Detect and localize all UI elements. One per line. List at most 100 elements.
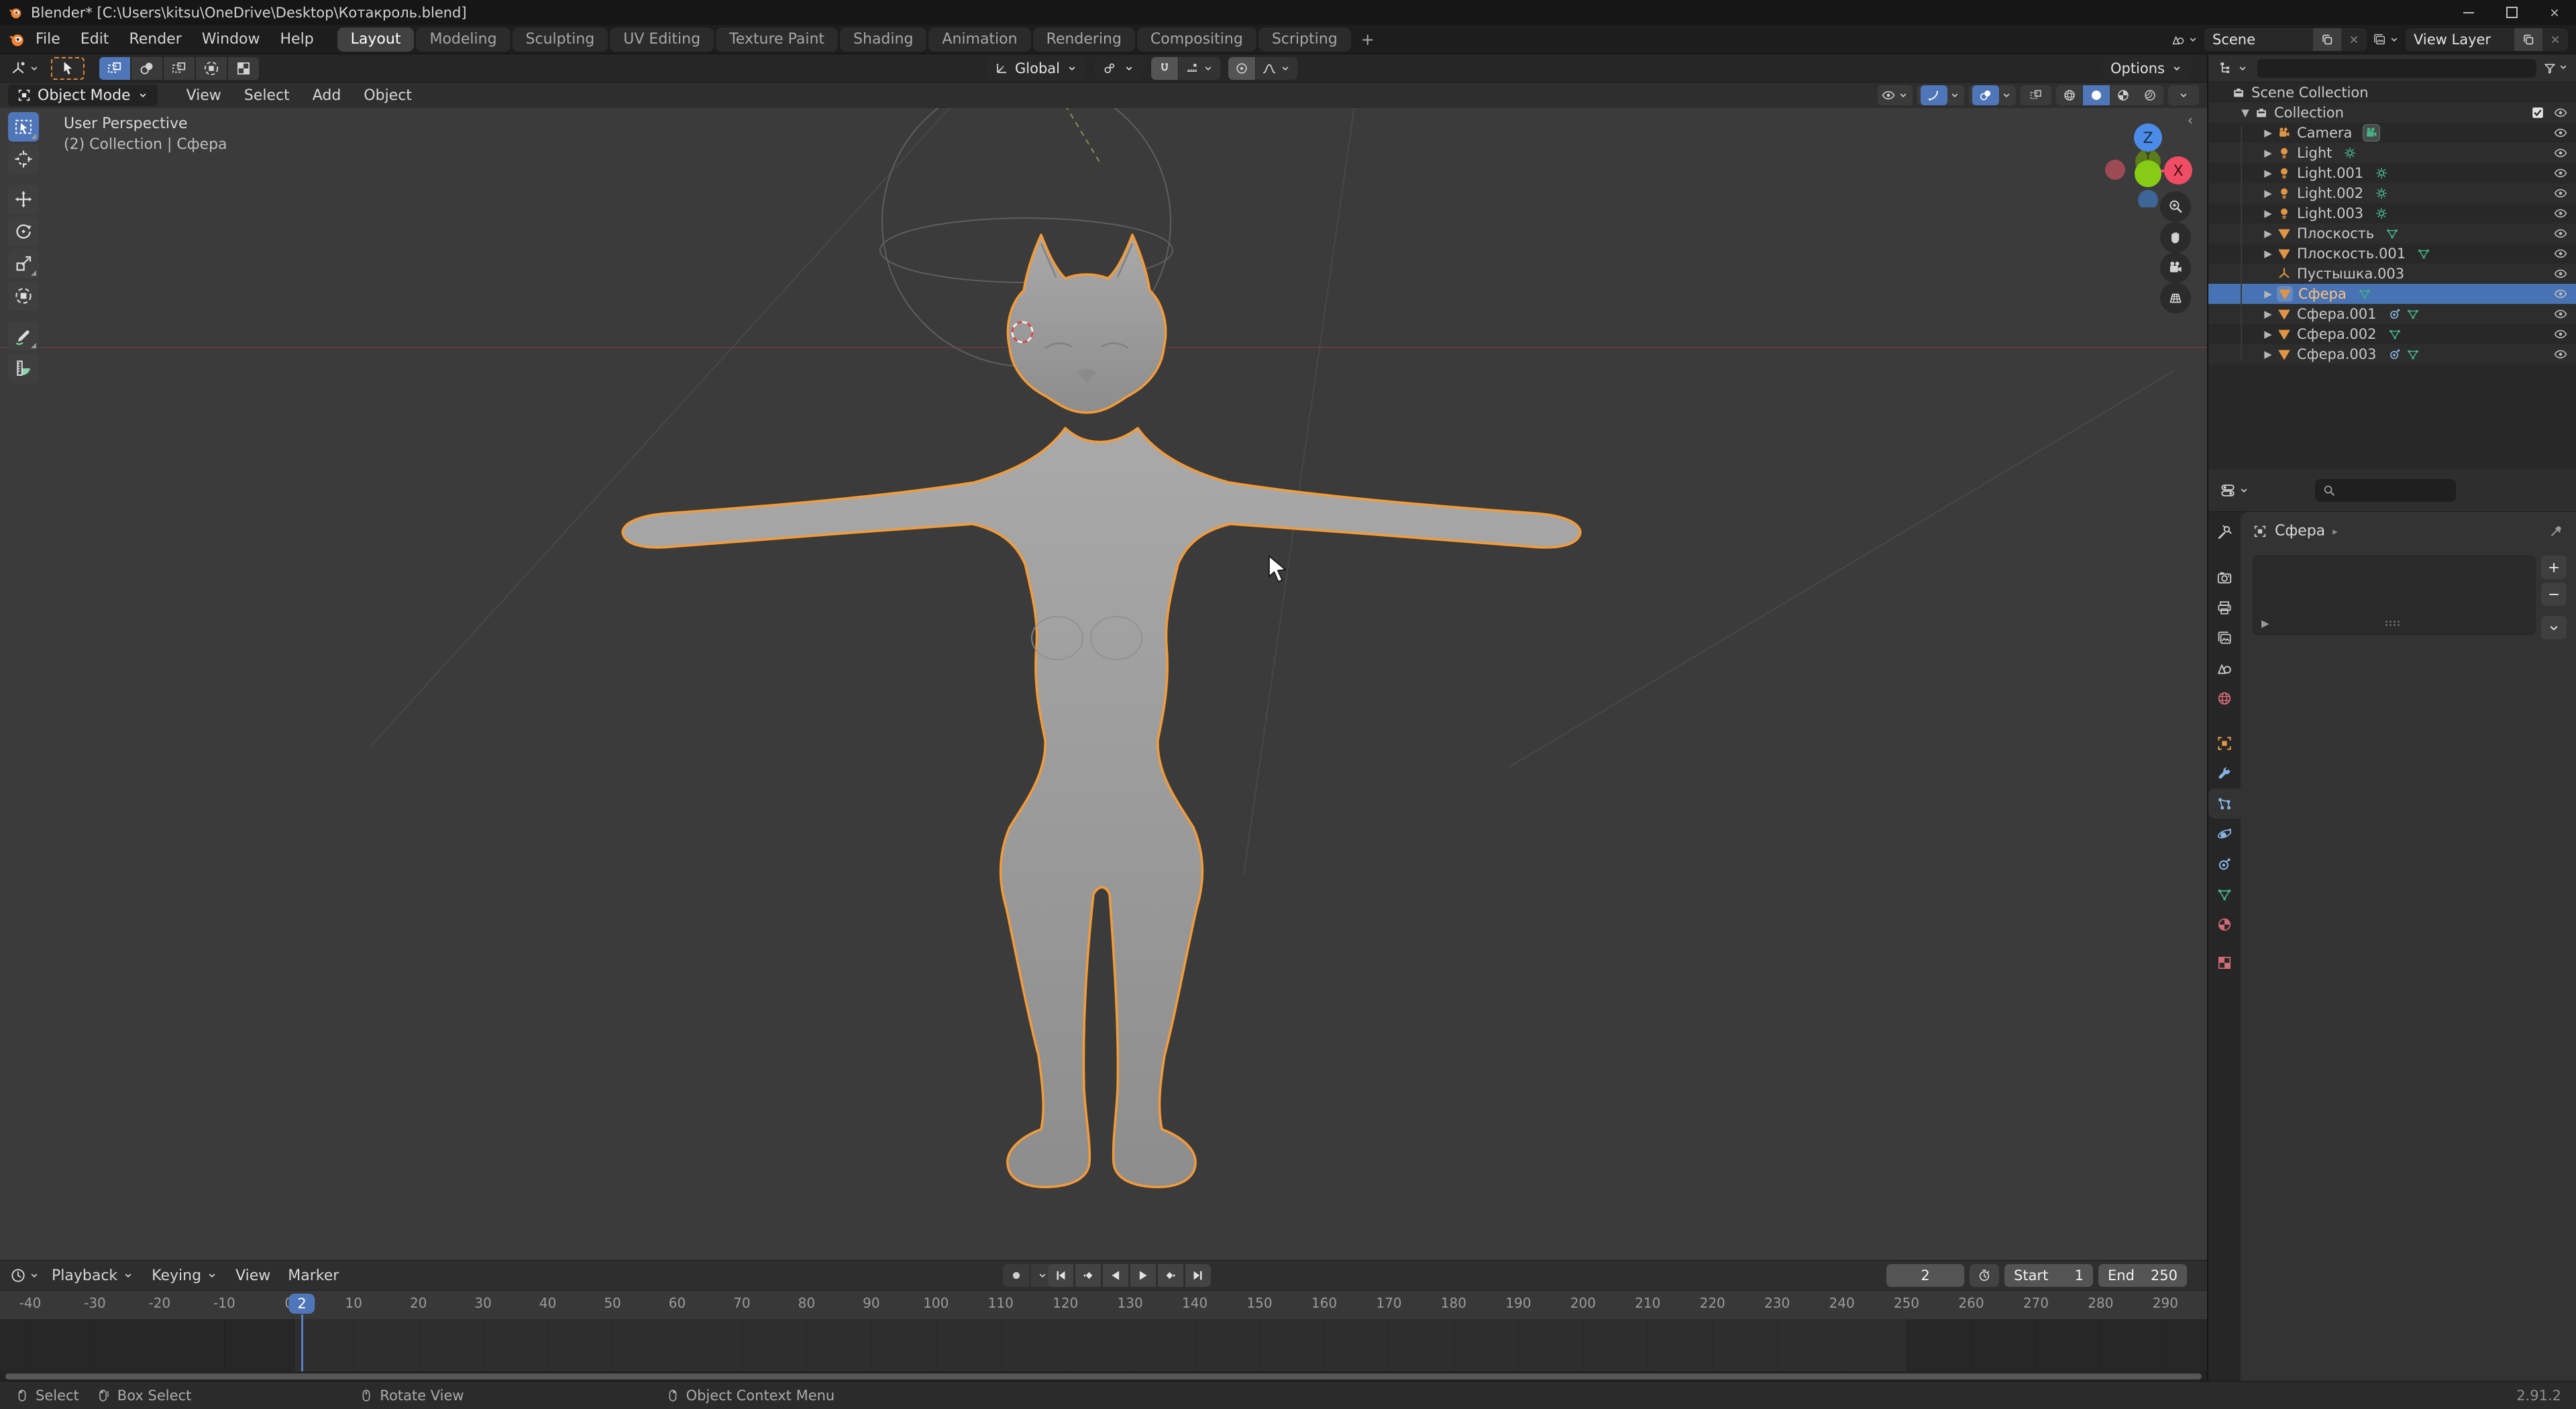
expand-toggle[interactable]: ▶ <box>2259 328 2277 340</box>
viewport-menu-select[interactable]: Select <box>233 87 301 104</box>
expand-toggle[interactable]: ▶ <box>2259 348 2277 360</box>
frame-start-field[interactable]: Start 1 <box>2004 1264 2093 1287</box>
expand-toggle[interactable]: ▶ <box>2259 187 2277 199</box>
blender-menu-icon[interactable] <box>8 31 25 48</box>
expand-toggle[interactable]: ▶ <box>2259 207 2277 219</box>
add-particle-system-button[interactable] <box>2541 556 2567 579</box>
tool-select-box-button[interactable] <box>8 112 39 142</box>
properties-tab-scene[interactable] <box>2208 653 2241 683</box>
workspace-tab-layout[interactable]: Layout <box>337 28 415 52</box>
expand-toggle[interactable]: ▼ <box>2237 107 2254 119</box>
exclude-checkbox[interactable] <box>2530 105 2545 120</box>
jump-start-button[interactable] <box>1048 1264 1073 1287</box>
camera-view-button[interactable] <box>2160 252 2191 283</box>
pan-view-button[interactable] <box>2160 222 2191 253</box>
editor-type-properties-button[interactable] <box>2216 482 2253 499</box>
visibility-toggle[interactable] <box>2553 246 2568 261</box>
select-mode-intersect-button[interactable] <box>228 57 259 80</box>
timeline-ruler[interactable]: -40-30-20-100102030405060708090100110120… <box>0 1291 2207 1320</box>
panel-grip-handle[interactable] <box>2385 621 2400 626</box>
timeline-scrollbar[interactable] <box>5 1373 2202 1379</box>
active-tool-indicator[interactable] <box>51 57 85 80</box>
minimize-button[interactable] <box>2447 0 2490 25</box>
ortho-toggle-button[interactable] <box>2160 282 2191 313</box>
editor-type-3dview-button[interactable] <box>7 60 43 77</box>
gizmo-axis-y-front[interactable] <box>2135 160 2161 187</box>
visibility-toggle[interactable] <box>2553 146 2568 160</box>
timeline-menu-marker[interactable]: Marker <box>279 1267 347 1284</box>
outliner-row-сфера.002[interactable]: ▶Сфера.002 <box>2208 324 2576 344</box>
auto-keyframe-toggle[interactable] <box>1003 1264 1030 1287</box>
options-dropdown[interactable]: Options <box>2102 57 2191 80</box>
next-keyframe-button[interactable] <box>1158 1264 1183 1287</box>
workspace-tab-texture-paint[interactable]: Texture Paint <box>716 28 838 52</box>
timeline-menu-playback[interactable]: Playback <box>43 1267 143 1284</box>
workspace-tab-compositing[interactable]: Compositing <box>1137 28 1256 52</box>
outliner-row-плоскость[interactable]: ▶Плоскость <box>2208 223 2576 244</box>
outliner-row-light[interactable]: ▶Light <box>2208 143 2576 163</box>
menu-window[interactable]: Window <box>192 31 270 48</box>
current-frame-field[interactable]: 2 <box>1886 1264 1964 1287</box>
visibility-toggle[interactable] <box>2553 206 2568 221</box>
properties-tab-particles[interactable] <box>2208 788 2241 819</box>
outliner-row-сфера.003[interactable]: ▶Сфера.003 <box>2208 344 2576 364</box>
gizmo-axis-negx[interactable] <box>2105 160 2125 180</box>
add-workspace-button[interactable]: + <box>1353 29 1383 50</box>
tool-cursor-button[interactable] <box>8 144 39 174</box>
view-layer-remove-button[interactable] <box>2542 28 2568 51</box>
workspace-tab-modeling[interactable]: Modeling <box>416 28 510 52</box>
snap-toggle[interactable] <box>1151 57 1178 80</box>
pivot-point-dropdown[interactable] <box>1094 57 1143 80</box>
pin-id-button[interactable] <box>2549 524 2564 539</box>
jump-end-button[interactable] <box>1185 1264 1211 1287</box>
visibility-toggle[interactable] <box>2553 186 2568 201</box>
particle-specials-dropdown[interactable] <box>2541 616 2567 639</box>
scene-selector[interactable]: Scene <box>2204 28 2367 51</box>
gizmo-axis-negz[interactable] <box>2138 190 2158 207</box>
timeline-track[interactable] <box>0 1319 2207 1371</box>
expand-toggle[interactable]: ▶ <box>2259 248 2277 260</box>
outliner-row-light.003[interactable]: ▶Light.003 <box>2208 203 2576 223</box>
outliner-row-light.001[interactable]: ▶Light.001 <box>2208 163 2576 183</box>
scene-unlink-button[interactable] <box>2341 28 2367 51</box>
workspace-tab-animation[interactable]: Animation <box>928 28 1030 52</box>
tool-scale-button[interactable] <box>8 249 39 278</box>
editor-type-timeline-button[interactable] <box>7 1267 43 1284</box>
visibility-toggle[interactable] <box>2553 286 2568 301</box>
frame-end-field[interactable]: End 250 <box>2098 1264 2187 1287</box>
transform-orientation-dropdown[interactable]: Global <box>986 57 1086 80</box>
particle-systems-list[interactable]: ▶ <box>2253 556 2536 635</box>
show-gizmo-toggle[interactable] <box>1917 85 1964 105</box>
sidebar-collapse-arrow[interactable] <box>2184 115 2196 127</box>
snap-to-dropdown[interactable] <box>1178 57 1220 80</box>
expand-toggle[interactable]: ▶ <box>2259 227 2277 240</box>
scene-copy-button[interactable] <box>2313 28 2341 51</box>
blender-logo-icon[interactable] <box>8 5 23 20</box>
properties-tab-object[interactable] <box>2208 728 2241 758</box>
tool-annotate-button[interactable] <box>8 321 39 351</box>
outliner-row-camera[interactable]: ▶Camera <box>2208 123 2576 143</box>
viewport-3d[interactable]: Object Mode ViewSelectAddObject Use <box>0 83 2207 1260</box>
maximize-button[interactable] <box>2490 0 2533 25</box>
expand-toggle[interactable]: ▶ <box>2259 308 2277 320</box>
visibility-toggle[interactable] <box>2553 347 2568 362</box>
properties-tab-texture[interactable] <box>2208 947 2241 978</box>
outliner-row-light.002[interactable]: ▶Light.002 <box>2208 183 2576 203</box>
close-button[interactable] <box>2533 0 2576 25</box>
panel-expand-icon[interactable]: ▶ <box>2261 617 2269 629</box>
play-button[interactable] <box>1130 1264 1156 1287</box>
properties-tab-output[interactable] <box>2208 592 2241 623</box>
scene-icon[interactable] <box>2171 32 2199 47</box>
proportional-falloff-dropdown[interactable] <box>1255 57 1297 80</box>
menu-edit[interactable]: Edit <box>70 31 119 48</box>
show-overlays-toggle[interactable] <box>1969 85 2016 105</box>
properties-tab-modifiers[interactable] <box>2208 758 2241 788</box>
visibility-toggle[interactable] <box>2553 125 2568 140</box>
workspace-tab-sculpting[interactable]: Sculpting <box>513 28 608 52</box>
timeline-menu-view[interactable]: View <box>227 1267 279 1284</box>
properties-tab-object-data[interactable] <box>2208 879 2241 909</box>
proportional-edit-toggle[interactable] <box>1228 57 1255 80</box>
object-type-visibility-dropdown[interactable] <box>1878 85 1913 105</box>
workspace-tab-scripting[interactable]: Scripting <box>1258 28 1351 52</box>
select-mode-set-button[interactable] <box>99 57 130 80</box>
